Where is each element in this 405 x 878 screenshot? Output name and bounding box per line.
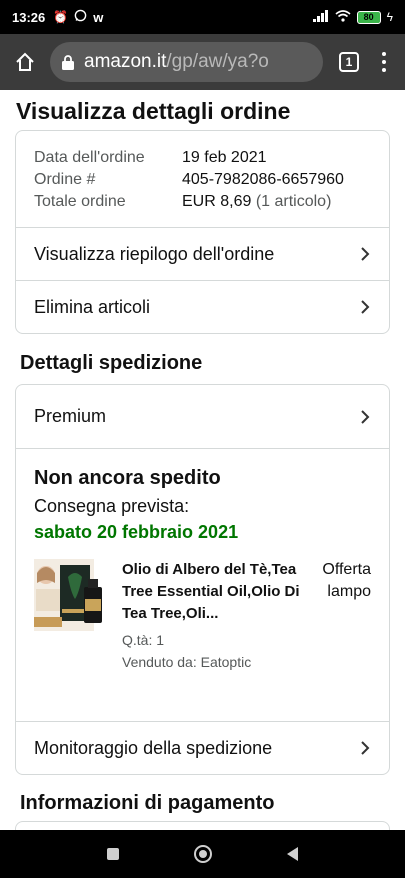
order-total-value: EUR 8,69 (1 articolo) [182, 191, 331, 213]
expected-delivery-date: sabato 20 febbraio 2021 [34, 522, 239, 542]
page-content: Visualizza dettagli ordine Data dell'ord… [0, 90, 405, 830]
menu-dot [382, 68, 386, 72]
delete-items-label: Elimina articoli [34, 296, 151, 317]
overflow-menu-button[interactable] [369, 42, 399, 82]
order-date-value: 19 feb 2021 [182, 149, 267, 166]
expected-delivery-label: Consegna prevista: [34, 496, 190, 516]
order-number-row: Ordine # 405-7982086-6657960 [34, 169, 371, 191]
shipping-method-link[interactable]: Premium [16, 385, 389, 448]
tab-count: 1 [339, 52, 359, 72]
payment-card [15, 821, 390, 830]
delete-items-link[interactable]: Elimina articoli [16, 280, 389, 333]
chevron-right-icon [359, 740, 371, 756]
order-details: Data dell'ordine 19 feb 2021 Ordine # 40… [16, 131, 389, 227]
page-title: Visualizza dettagli ordine [16, 98, 291, 124]
chevron-right-icon [359, 246, 371, 262]
home-nav-button[interactable] [193, 845, 212, 863]
system-nav-bar [0, 830, 405, 878]
item-quantity: Q.tà: 1 [122, 632, 165, 648]
home-icon [16, 52, 34, 71]
battery-icon: 80 [356, 10, 381, 24]
track-shipment-link[interactable]: Monitoraggio della spedizione [16, 721, 389, 774]
chevron-right-icon [359, 299, 371, 315]
order-item-count: (1 articolo) [255, 193, 332, 210]
item-info: Olio di Albero del Tè,Tea Tree Essential… [122, 559, 301, 673]
wifi-icon [335, 9, 351, 25]
browser-toolbar: amazon.it/gp/aw/ya?o 1 [0, 34, 405, 90]
back-button[interactable] [286, 847, 298, 861]
chevron-right-icon [359, 409, 371, 425]
view-order-summary-link[interactable]: Visualizza riepilogo dell'ordine [16, 227, 389, 280]
menu-dot [382, 52, 386, 56]
status-time: 13:26 [12, 9, 46, 25]
lightning-deal-badge: Offerta lampo [322, 561, 371, 600]
track-shipment-label: Monitoraggio della spedizione [34, 737, 273, 758]
home-button[interactable] [6, 43, 44, 81]
whatsapp-icon [74, 9, 87, 25]
shipment-status: Non ancora spedito [34, 467, 221, 489]
order-date-row: Data dell'ordine 19 feb 2021 [34, 147, 371, 169]
menu-dot [382, 60, 386, 64]
item-seller: Venduto da: Eatoptic [122, 654, 252, 670]
shipping-section-title: Dettagli spedizione [20, 352, 203, 374]
notification-icons: ⏰ w [53, 9, 103, 25]
order-item[interactable]: Olio di Albero del Tè,Tea Tree Essential… [34, 559, 371, 673]
alarm-icon: ⏰ [53, 10, 69, 24]
status-bar: 13:26 ⏰ w 80 ϟ [0, 0, 405, 34]
shipping-method-label: Premium [34, 406, 107, 426]
lock-icon [62, 54, 74, 70]
url-path: /gp/aw/ya?o [166, 51, 269, 72]
product-image[interactable] [34, 559, 110, 631]
url-host: amazon.it [84, 51, 167, 72]
address-bar[interactable]: amazon.it/gp/aw/ya?o [50, 42, 323, 82]
payment-section-title: Informazioni di pagamento [20, 792, 275, 814]
shipment-status-block: Non ancora spedito Consegna prevista: sa… [16, 448, 389, 721]
shipment-card: Premium Non ancora spedito Consegna prev… [15, 384, 390, 775]
order-number-label: Ordine # [34, 171, 96, 188]
charging-icon: ϟ [386, 10, 393, 24]
order-summary-card: Data dell'ordine 19 feb 2021 Ordine # 40… [15, 130, 390, 334]
order-total-amount: EUR 8,69 [182, 193, 252, 210]
order-total-label: Totale ordine [34, 193, 126, 210]
order-number-value: 405-7982086-6657960 [182, 171, 344, 188]
recents-button[interactable] [107, 848, 120, 860]
app-notification-icon: w [93, 9, 104, 25]
item-title[interactable]: Olio di Albero del Tè,Tea Tree Essential… [122, 559, 301, 625]
tab-switcher-button[interactable]: 1 [329, 42, 369, 82]
view-order-summary-label: Visualizza riepilogo dell'ordine [34, 243, 275, 264]
order-date-label: Data dell'ordine [34, 149, 145, 166]
order-total-row: Totale ordine EUR 8,69 (1 articolo) [34, 191, 371, 213]
signal-icon [312, 9, 329, 25]
